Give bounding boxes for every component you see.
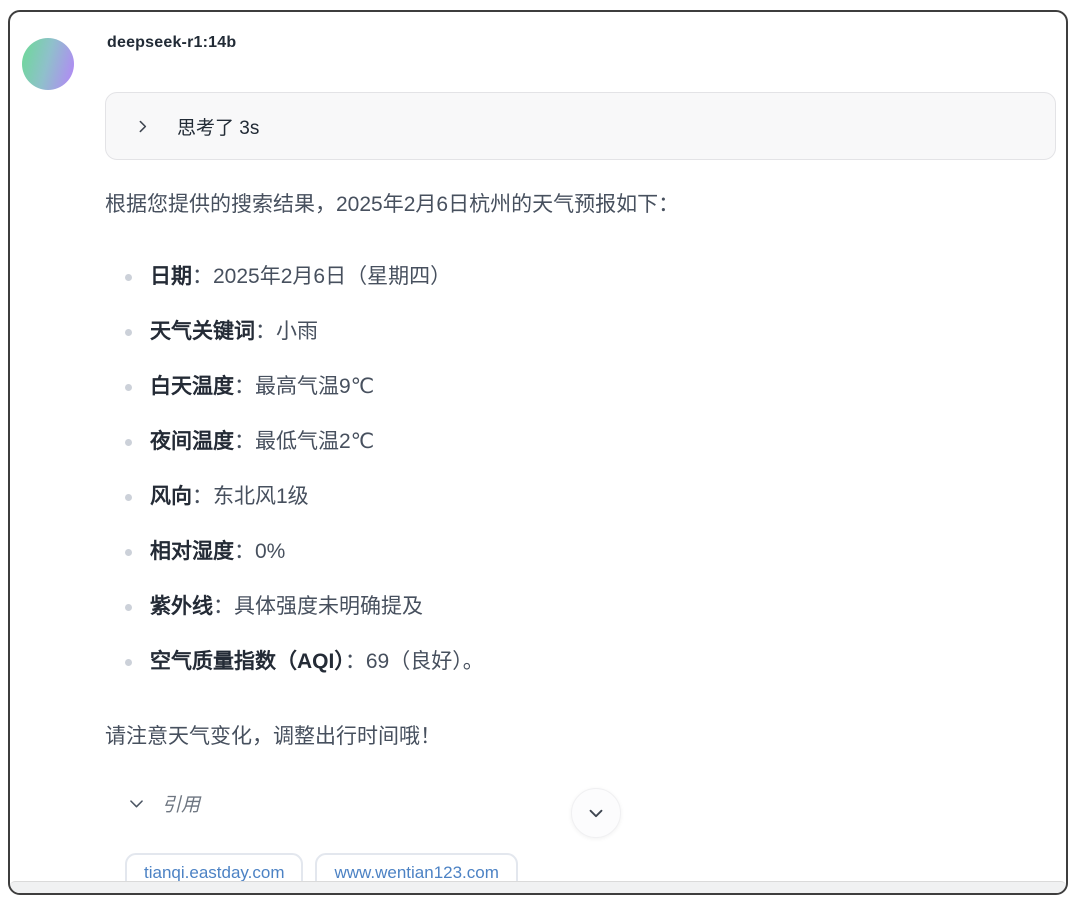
input-bar-edge [10, 881, 1066, 893]
citations-toggle[interactable]: 引用 [127, 790, 200, 816]
bullet-dot [125, 494, 132, 501]
closing-text: 请注意天气变化，调整出行时间哦！ [105, 720, 441, 750]
list-item: 夜间温度：最低气温2℃ [105, 428, 1025, 456]
citations-label: 引用 [162, 790, 200, 817]
item-label: 风向 [150, 485, 192, 508]
item-value: ：小雨 [255, 320, 318, 343]
chevron-down-icon [127, 794, 146, 813]
item-label: 夜间温度 [150, 430, 234, 453]
item-value: ：2025年2月6日（星期四） [192, 265, 451, 288]
bullet-dot [125, 604, 132, 611]
chat-window: deepseek-r1:14b 思考了 3s 根据您提供的搜索结果，2025年2… [8, 10, 1068, 895]
item-value: ：69（良好）。 [345, 650, 484, 673]
bullet-dot [125, 274, 132, 281]
weather-list: 日期：2025年2月6日（星期四） 天气关键词：小雨 白天温度：最高气温9℃ 夜… [105, 263, 1025, 703]
thinking-toggle[interactable]: 思考了 3s [105, 92, 1056, 160]
item-value: ：最低气温2℃ [234, 430, 374, 453]
bullet-dot [125, 659, 132, 666]
item-label: 天气关键词 [150, 320, 255, 343]
chevron-down-icon [585, 802, 607, 824]
list-item: 白天温度：最高气温9℃ [105, 373, 1025, 401]
list-item: 日期：2025年2月6日（星期四） [105, 263, 1025, 291]
assistant-avatar [22, 38, 74, 90]
item-label: 白天温度 [150, 375, 234, 398]
bullet-dot [125, 549, 132, 556]
bullet-dot [125, 329, 132, 336]
item-label: 紫外线 [150, 595, 213, 618]
bullet-dot [125, 439, 132, 446]
model-name: deepseek-r1:14b [107, 34, 236, 52]
scroll-to-bottom-button[interactable] [571, 788, 621, 838]
thinking-label: 思考了 3s [177, 113, 259, 140]
item-value: ：最高气温9℃ [234, 375, 374, 398]
list-item: 紫外线：具体强度未明确提及 [105, 593, 1025, 621]
bullet-dot [125, 384, 132, 391]
list-item: 天气关键词：小雨 [105, 318, 1025, 346]
list-item: 空气质量指数（AQI）：69（良好）。 [105, 648, 1025, 676]
item-value: ：东北风1级 [192, 485, 309, 508]
item-label: 相对湿度 [150, 540, 234, 563]
item-value: ：具体强度未明确提及 [213, 595, 423, 618]
list-item: 相对湿度：0% [105, 538, 1025, 566]
item-value: ：0% [234, 540, 285, 563]
list-item: 风向：东北风1级 [105, 483, 1025, 511]
item-label: 日期 [150, 265, 192, 288]
chevron-right-icon [134, 118, 151, 135]
item-label: 空气质量指数（AQI） [150, 650, 345, 673]
intro-text: 根据您提供的搜索结果，2025年2月6日杭州的天气预报如下： [105, 188, 679, 218]
